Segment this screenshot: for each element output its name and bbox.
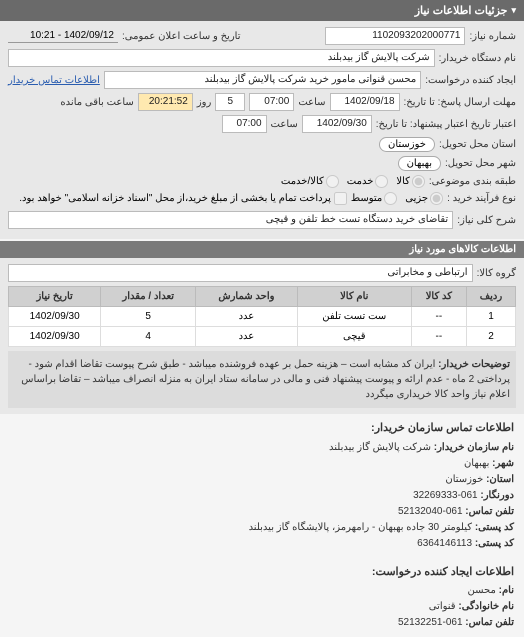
contact-address: کیلومتر 30 جاده بهبهان - رامهرمز، پالایش… (249, 522, 472, 533)
validity-time: 07:00 (222, 115, 267, 133)
col-idx: ردیف (466, 287, 515, 307)
table-row[interactable]: 2 -- قیچی عدد 4 1402/09/30 (9, 327, 516, 347)
treasury-note: پرداخت تمام یا بخشی از مبلغ خرید،از محل … (19, 193, 331, 204)
process-radio-medium[interactable]: متوسط (351, 192, 397, 205)
deadline-label: مهلت ارسال پاسخ: تا تاریخ: (404, 97, 516, 108)
days-label: روز (197, 97, 212, 108)
remain-label: ساعت باقی مانده (60, 97, 133, 108)
process-radio-minor[interactable]: جزیی (405, 192, 443, 205)
items-section: گروه کالا: ارتباطی و مخابراتی ردیف کد کا… (0, 258, 524, 414)
class-radio-both[interactable]: کالا/خدمت (281, 175, 339, 188)
contact-org: شرکت پالایش گاز بیدبلند (329, 442, 431, 453)
contact-province: خوزستان (445, 474, 483, 485)
col-date: تاریخ نیاز (9, 287, 101, 307)
announce-label: تاریخ و ساعت اعلان عمومی: (122, 31, 241, 42)
validity-label: اعتبار تاریخ اعتبار پیشنهاد: تا تاریخ: (376, 119, 516, 130)
buyer-contact-block: اطلاعات تماس سازمان خریدار: نام سازمان خ… (0, 414, 524, 558)
buyer-note-text: ایران کد مشابه است – هزینه حمل بر عهده ف… (21, 359, 510, 400)
need-details-section: شماره نیاز: 1102093202000771 تاریخ و ساع… (0, 21, 524, 239)
deadline-date: 1402/09/18 (330, 93, 400, 111)
creator-tel: 061-52132251 (398, 617, 463, 628)
contact-zip: 6364146113 (417, 538, 472, 549)
buyer-org: شرکت پالایش گاز بیدبلند (8, 49, 435, 67)
class-radio-group: کالا خدمت کالا/خدمت (281, 175, 425, 188)
city-label: شهر محل تحویل: (445, 158, 516, 169)
need-number-label: شماره نیاز: (469, 31, 516, 42)
deadline-time: 07:00 (249, 93, 294, 111)
col-unit: واحد شمارش (196, 287, 298, 307)
class-label: طبقه بندی موضوعی: (429, 176, 516, 187)
validity-date: 1402/09/30 (302, 115, 372, 133)
need-number: 1102093202000771 (325, 27, 465, 45)
table-row[interactable]: 1 -- ست تست تلفن عدد 5 1402/09/30 (9, 307, 516, 327)
province-label: استان محل تحویل: (439, 139, 516, 150)
contact-tel: 061-52132040 (398, 506, 463, 517)
desc-label: شرح کلی نیاز: (457, 215, 516, 226)
buyer-note-label: توضیحات خریدار: (438, 359, 510, 370)
buyer-contact-link[interactable]: اطلاعات تماس خریدار (8, 75, 100, 86)
class-radio-goods[interactable]: کالا (396, 175, 425, 188)
creator-fname: محسن (468, 585, 496, 596)
panel-header[interactable]: ▾ جزئیات اطلاعات نیاز (0, 0, 524, 21)
deadline-time-label: ساعت (298, 97, 325, 108)
creator: محسن قنواتی مامور خرید شرکت پالایش گاز ب… (104, 71, 421, 89)
buyer-contact-title: اطلاعات تماس سازمان خریدار: (10, 420, 514, 438)
process-radio-group: جزیی متوسط (351, 192, 443, 205)
time-remaining: 20:21:52 (138, 93, 193, 111)
days-remaining: 5 (215, 93, 245, 111)
contact-fax: 061-32269333 (413, 490, 478, 501)
class-radio-service[interactable]: خدمت (347, 175, 389, 188)
col-code: کد کالا (411, 287, 466, 307)
city-chip: بهبهان (398, 156, 441, 171)
validity-time-label: ساعت (271, 119, 298, 130)
items-table: ردیف کد کالا نام کالا واحد شمارش تعداد /… (8, 286, 516, 347)
buyer-note-box: توضیحات خریدار: ایران کد مشابه است – هزی… (8, 351, 516, 408)
group-label: گروه کالا: (477, 268, 516, 279)
col-name: نام کالا (297, 287, 411, 307)
contact-city: بهبهان (464, 458, 489, 469)
treasury-checkbox[interactable]: پرداخت تمام یا بخشی از مبلغ خرید،از محل … (19, 192, 347, 205)
buyer-org-label: نام دستگاه خریدار: (439, 53, 516, 64)
items-header: اطلاعات کالاهای مورد نیاز (0, 241, 524, 258)
creator-label: ایجاد کننده درخواست: (425, 75, 516, 86)
creator-lname: قنواتی (429, 601, 456, 612)
chevron-down-icon: ▾ (511, 5, 516, 16)
need-description: تقاضای خرید دستگاه تست خط تلفن و قیچی (8, 211, 453, 229)
province-chip: خوزستان (379, 137, 435, 152)
panel-title: جزئیات اطلاعات نیاز (415, 4, 508, 17)
creator-contact-block: اطلاعات ایجاد کننده درخواست: نام: محسن ن… (0, 558, 524, 637)
table-header-row: ردیف کد کالا نام کالا واحد شمارش تعداد /… (9, 287, 516, 307)
group-value: ارتباطی و مخابراتی (8, 264, 473, 282)
col-qty: تعداد / مقدار (101, 287, 196, 307)
creator-contact-title: اطلاعات ایجاد کننده درخواست: (10, 564, 514, 582)
announce-datetime: 1402/09/12 - 10:21 (8, 29, 118, 43)
process-label: نوع فرآیند خرید : (447, 193, 516, 204)
